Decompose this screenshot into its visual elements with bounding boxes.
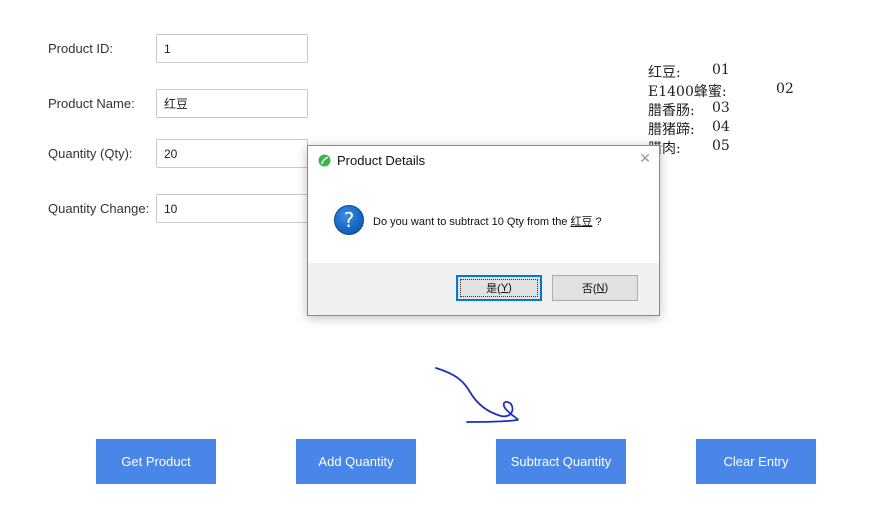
hand-drawn-arrow-annotation <box>435 367 519 423</box>
quantity-change-input[interactable] <box>156 194 308 223</box>
product-code-value: 03 <box>712 100 730 116</box>
product-name-input[interactable] <box>156 89 308 118</box>
yes-button-key: Y <box>500 282 509 294</box>
dialog-message-product: 红豆 <box>570 216 593 228</box>
question-icon: ? <box>334 205 364 235</box>
product-code-name: 红豆: <box>648 65 681 81</box>
product-code-value: 01 <box>712 62 730 78</box>
dialog-footer: 是(Y) 否(N) <box>308 263 659 315</box>
quantity-label: Quantity (Qty): <box>48 146 133 161</box>
yes-button-text: 是( <box>486 283 501 295</box>
product-code-value: 02 <box>776 81 794 97</box>
dialog-title: Product Details <box>337 153 426 168</box>
no-button-close: ) <box>604 282 609 294</box>
product-code-name: 腊猪蹄: <box>648 122 695 138</box>
product-id-input[interactable] <box>156 34 308 63</box>
no-button[interactable]: 否(N) <box>552 275 638 301</box>
product-code-name: 腊香肠: <box>648 103 695 119</box>
product-code-value: 05 <box>712 138 730 154</box>
product-code-value: 04 <box>712 119 730 135</box>
yes-button[interactable]: 是(Y) <box>456 275 542 301</box>
dialog-message: Do you want to subtract 10 Qty from the … <box>373 213 602 229</box>
subtract-quantity-button[interactable]: Subtract Quantity <box>496 439 626 484</box>
close-icon[interactable]: ✕ <box>639 151 651 167</box>
quantity-input[interactable] <box>156 139 308 168</box>
product-details-dialog: Product Details ✕ ? Do you want to subtr… <box>307 145 660 316</box>
dialog-message-prefix: Do you want to subtract 10 Qty from the <box>373 216 571 228</box>
product-id-label: Product ID: <box>48 41 114 56</box>
add-quantity-button[interactable]: Add Quantity <box>296 439 416 484</box>
yes-button-close: ) <box>508 282 512 294</box>
product-name-label: Product Name: <box>48 96 135 111</box>
product-code-name: E1400蜂蜜: <box>648 84 727 100</box>
dialog-message-suffix: ? <box>592 216 602 228</box>
clear-entry-button[interactable]: Clear Entry <box>696 439 816 484</box>
no-button-text: 否( <box>581 283 597 295</box>
no-button-key: N <box>596 282 605 294</box>
quantity-change-label: Quantity Change: <box>48 201 150 216</box>
app-leaf-icon <box>318 154 331 167</box>
get-product-button[interactable]: Get Product <box>96 439 216 484</box>
